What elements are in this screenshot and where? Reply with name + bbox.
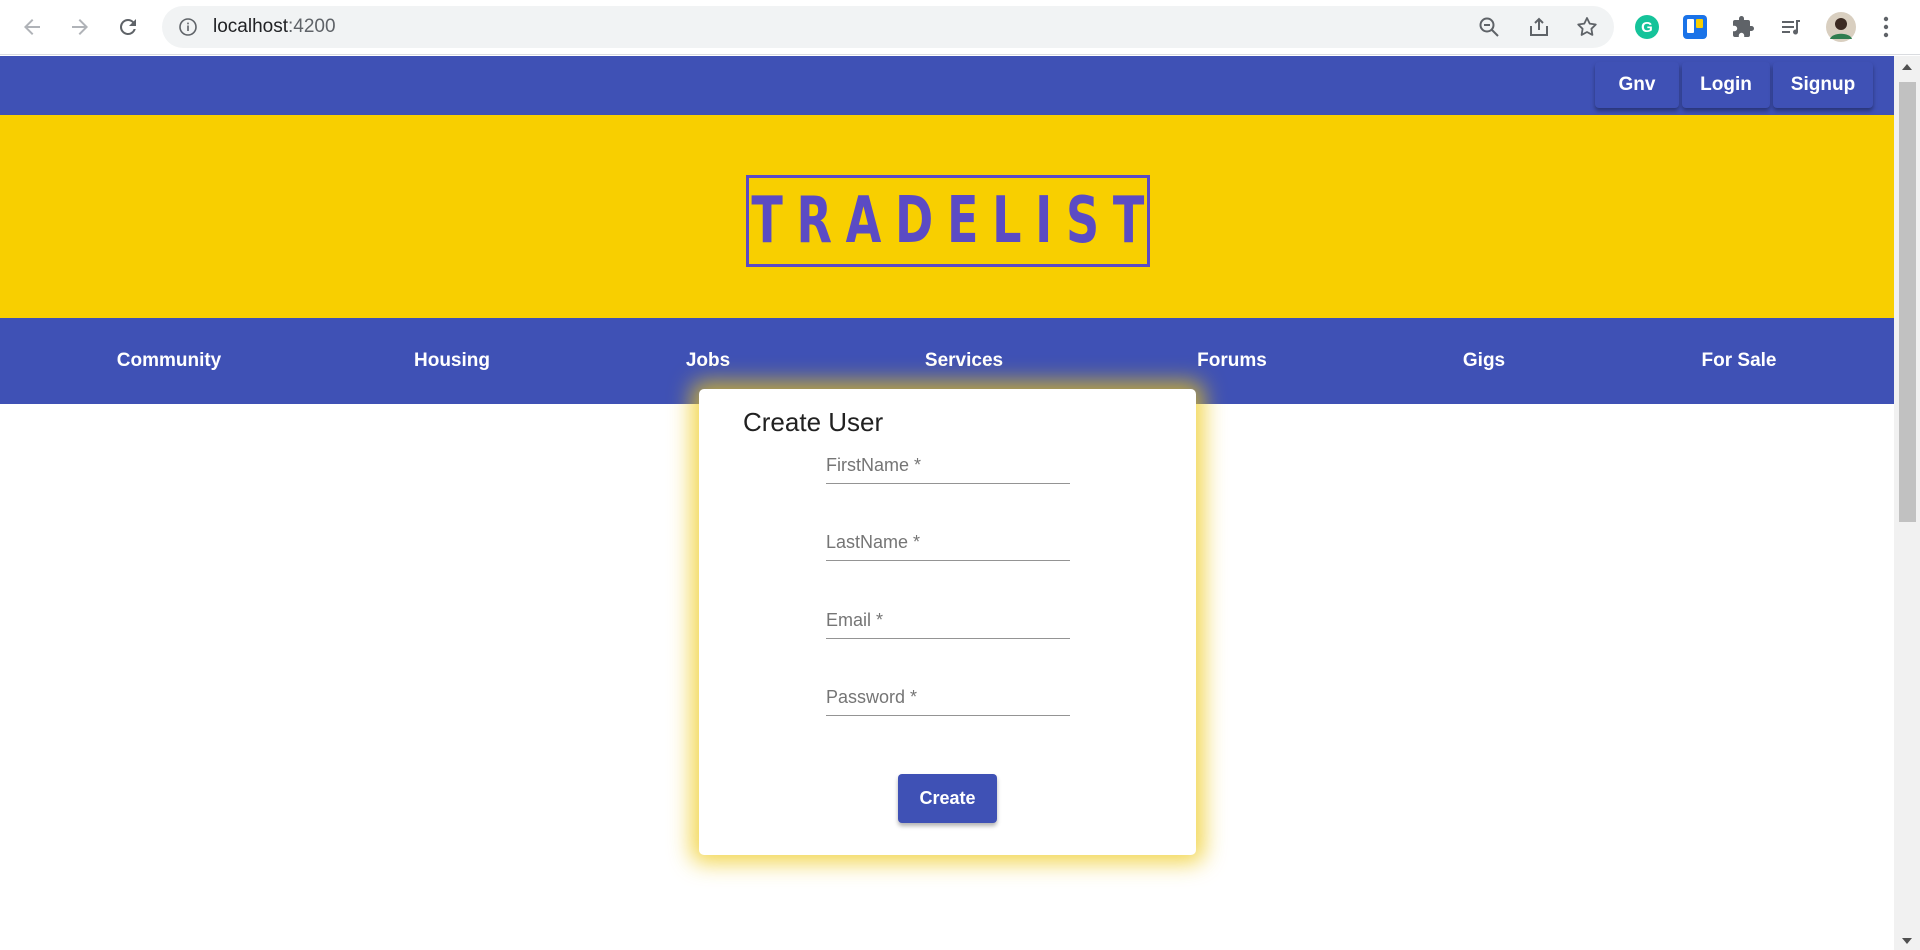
puzzle-extensions-icon[interactable] xyxy=(1729,13,1757,41)
scroll-down-icon[interactable] xyxy=(1902,938,1912,944)
password-underline xyxy=(826,715,1070,716)
site-logo[interactable]: TRADELIST xyxy=(746,175,1150,267)
firstname-label: FirstName * xyxy=(826,455,922,475)
top-toolbar: Gnv Login Signup xyxy=(0,56,1894,115)
nav-community[interactable]: Community xyxy=(117,318,222,404)
grammarly-extension-icon[interactable]: G xyxy=(1633,13,1661,41)
forward-button[interactable] xyxy=(63,10,97,44)
nav-housing[interactable]: Housing xyxy=(414,318,490,404)
email-field[interactable]: Email * xyxy=(826,588,1070,639)
nav-forums[interactable]: Forums xyxy=(1197,318,1267,404)
trello-extension-icon[interactable] xyxy=(1681,13,1709,41)
firstname-field[interactable]: FirstName * xyxy=(826,433,1070,484)
logo-text: TRADELIST xyxy=(751,184,1159,258)
lastname-label: LastName * xyxy=(826,532,921,552)
lastname-field[interactable]: LastName * xyxy=(826,510,1070,561)
email-underline xyxy=(826,638,1070,639)
back-button[interactable] xyxy=(15,10,49,44)
info-icon[interactable] xyxy=(178,17,198,37)
reload-icon xyxy=(120,18,136,35)
svg-text:G: G xyxy=(1641,19,1653,36)
login-button[interactable]: Login xyxy=(1682,62,1770,108)
nav-for-sale[interactable]: For Sale xyxy=(1702,318,1777,404)
scrollbar-thumb[interactable] xyxy=(1899,82,1916,522)
url-text: localhost:4200 xyxy=(213,16,336,37)
create-user-card: Create User FirstName * LastName * Email… xyxy=(699,389,1196,855)
email-label: Email * xyxy=(826,610,884,630)
zoom-out-icon[interactable] xyxy=(1477,15,1501,39)
media-control-icon[interactable] xyxy=(1777,13,1805,41)
header-banner: TRADELIST xyxy=(0,115,1894,318)
profile-avatar-icon[interactable] xyxy=(1824,10,1858,44)
reload-button[interactable] xyxy=(111,10,145,44)
address-bar[interactable]: localhost:4200 xyxy=(162,6,1614,48)
firstname-underline xyxy=(826,483,1070,484)
password-field[interactable]: Password * xyxy=(826,665,1070,716)
chrome-menu-icon[interactable] xyxy=(1872,13,1900,41)
scroll-up-icon[interactable] xyxy=(1902,64,1912,70)
star-icon[interactable] xyxy=(1575,15,1599,39)
share-icon[interactable] xyxy=(1527,15,1551,39)
password-label: Password * xyxy=(826,687,918,707)
page-scrollbar[interactable] xyxy=(1894,56,1920,950)
browser-toolbar: localhost:4200 G xyxy=(0,0,1920,55)
create-button[interactable]: Create xyxy=(898,774,997,823)
arrow-left-icon xyxy=(24,19,40,35)
gnv-button[interactable]: Gnv xyxy=(1595,62,1679,108)
lastname-underline xyxy=(826,560,1070,561)
signup-button[interactable]: Signup xyxy=(1773,62,1873,108)
arrow-right-icon xyxy=(72,19,88,35)
nav-gigs[interactable]: Gigs xyxy=(1463,318,1505,404)
